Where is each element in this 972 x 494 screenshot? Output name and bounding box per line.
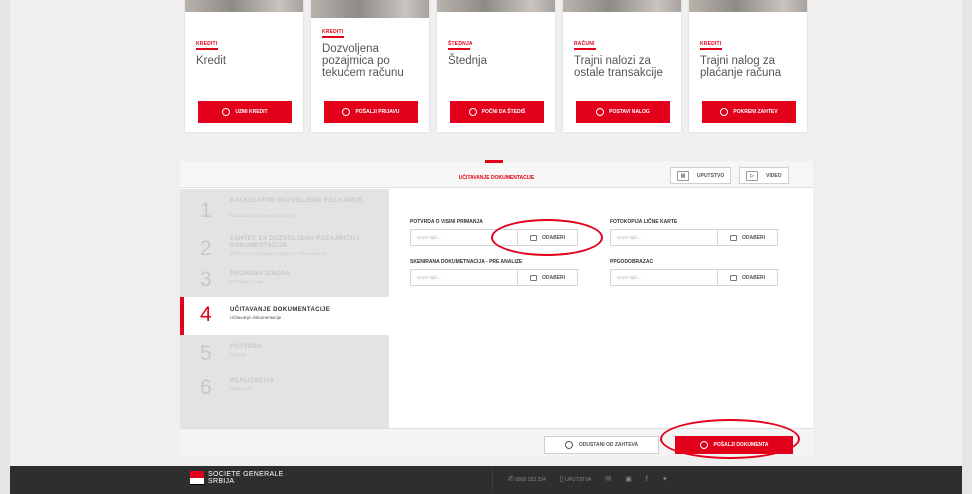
facebook-icon[interactable]: f — [646, 476, 648, 483]
file-name-input[interactable]: Naziv fajla... — [410, 229, 518, 246]
product-cards: KREDITI Kredit UZMI KREDIT KREDITI Dozvo… — [185, 0, 808, 132]
cancel-request-button[interactable]: ODUSTANI OD ZAHTEVA — [544, 436, 659, 454]
pdf-icon: ▤ — [677, 170, 689, 181]
video-button[interactable]: ▷ VIDEO — [739, 167, 789, 184]
folder-icon — [729, 274, 737, 281]
card-title: Kredit — [196, 55, 227, 67]
phone-link[interactable]: ✆ 0800 333 334 — [508, 475, 546, 483]
step-item[interactable]: 3 PROMENA IZNOSA Promena iznosa — [180, 268, 389, 292]
start-request-button[interactable]: POKRENI ZAHTEV — [702, 101, 796, 123]
site-footer: SOCIETE GENERALE SRBIJA ✆ 0800 333 334 ▯… — [10, 466, 962, 494]
file-name-input[interactable]: Naziv fajla... — [610, 229, 718, 246]
card-title: Trajni nalozi za ostale transakcije — [574, 55, 663, 79]
video-icon[interactable]: ▣ — [625, 475, 632, 483]
income-proof-field: POTVRDA O VISINI PRIMANJA Naziv fajla...… — [410, 219, 610, 246]
play-icon: ▷ — [746, 170, 758, 181]
id-copy-field: FOTOKOPIJA LIČNE KARTE Naziv fajla... OD… — [610, 219, 810, 246]
step-item[interactable]: 1 KALKULATOR DOZVOLJENE POZAJMICE Kalkul… — [180, 195, 389, 229]
footer-links: ✆ 0800 333 334 ▯ UPUTSTVA ✉ ▣ f ✦ — [508, 475, 668, 484]
scanned-docs-field: SKENIRANA DOKUMETNACIJA - PRE ANALIZE Na… — [410, 259, 610, 286]
check-circle-icon — [222, 108, 231, 116]
choose-file-button[interactable]: ODABERI — [718, 269, 778, 286]
choose-file-button[interactable]: ODABERI — [718, 229, 778, 246]
send-documents-button[interactable]: POŠALJI DOKUMENTA — [675, 436, 793, 454]
set-order-button[interactable]: POSTAVI NALOG — [576, 101, 670, 123]
phone-icon: ✆ — [508, 476, 514, 483]
card-title: Štednja — [448, 55, 488, 67]
logo-mark-icon — [190, 471, 204, 485]
check-circle-icon — [468, 108, 477, 116]
product-card: KREDITI Trajni nalog za plaćanje računa … — [689, 0, 807, 132]
wizard-header: UČITAVANJE DOKUMENTACIJE ▤ UPUTSTVO ▷ VI… — [180, 160, 813, 188]
choose-file-button[interactable]: ODABERI — [518, 229, 578, 246]
twitter-icon[interactable]: ✦ — [662, 475, 668, 483]
check-circle-icon — [342, 108, 351, 116]
check-circle-icon — [699, 441, 708, 449]
file-name-input[interactable]: Naziv fajla... — [610, 269, 718, 286]
card-image — [437, 0, 555, 12]
card-image — [563, 0, 681, 12]
check-circle-icon — [720, 108, 729, 116]
wizard-steps: 1 KALKULATOR DOZVOLJENE POZAJMICE Kalkul… — [180, 189, 389, 428]
card-image — [311, 0, 429, 18]
card-image — [689, 0, 807, 12]
card-category: ŠTEDNJA — [448, 41, 473, 47]
card-category: KREDITI — [322, 29, 344, 35]
step-item[interactable]: 6 REALIZACIJA Realizacija — [180, 375, 389, 401]
product-card: RAČUNI Trajni nalozi za ostale transakci… — [563, 0, 681, 132]
card-category: RAČUNI — [574, 41, 595, 47]
start-saving-button[interactable]: POČNI DA ŠTEDIŠ — [450, 101, 544, 123]
card-category: KREDITI — [700, 41, 722, 47]
step-item[interactable]: 5 POTVRDA Potvrda — [180, 341, 389, 367]
choose-file-button[interactable]: ODABERI — [518, 269, 578, 286]
step-item[interactable]: 2 ZAHTEV ZA DOZVOLJENU POZAJMICU I DOKUM… — [180, 233, 389, 267]
product-card: ŠTEDNJA Štednja POČNI DA ŠTEDIŠ — [437, 0, 555, 132]
folder-icon — [529, 274, 537, 281]
mail-icon[interactable]: ✉ — [605, 475, 611, 483]
instructions-button[interactable]: ▤ UPUTSTVO — [670, 167, 732, 184]
step-item-active[interactable]: 4 UČITAVANJE DOKUMENTACIJE Učitavanje do… — [180, 297, 389, 335]
wizard-actions: ODUSTANI OD ZAHTEVA POŠALJI DOKUMENTA — [180, 428, 813, 457]
upload-form: POTVRDA O VISINI PRIMANJA Naziv fajla...… — [389, 189, 813, 428]
document-icon: ▯ — [559, 476, 564, 483]
card-image — [185, 0, 303, 12]
upload-wizard: UČITAVANJE DOKUMENTACIJE ▤ UPUTSTVO ▷ VI… — [180, 160, 813, 457]
take-loan-button[interactable]: UZMI KREDIT — [198, 101, 292, 123]
product-card: KREDITI Dozvoljena pozajmica po tekućem … — [311, 0, 429, 132]
company-logo[interactable]: SOCIETE GENERALE SRBIJA — [190, 471, 284, 485]
close-circle-icon — [564, 441, 573, 449]
send-application-button[interactable]: POŠALJI PRIJAVU — [324, 101, 418, 123]
folder-icon — [529, 234, 537, 241]
instructions-link[interactable]: ▯ UPUTSTVA — [560, 475, 592, 483]
check-circle-icon — [596, 108, 605, 116]
card-title: Trajni nalog za plaćanje računa — [700, 55, 782, 79]
file-name-input[interactable]: Naziv fajla... — [410, 269, 518, 286]
ppgod-form-field: PPGODOBRAZAC Naziv fajla... ODABERI — [610, 259, 810, 286]
card-title: Dozvoljena pozajmica po tekućem računu — [322, 43, 404, 79]
card-category: KREDITI — [196, 41, 218, 47]
folder-icon — [729, 234, 737, 241]
product-card: KREDITI Kredit UZMI KREDIT — [185, 0, 303, 132]
